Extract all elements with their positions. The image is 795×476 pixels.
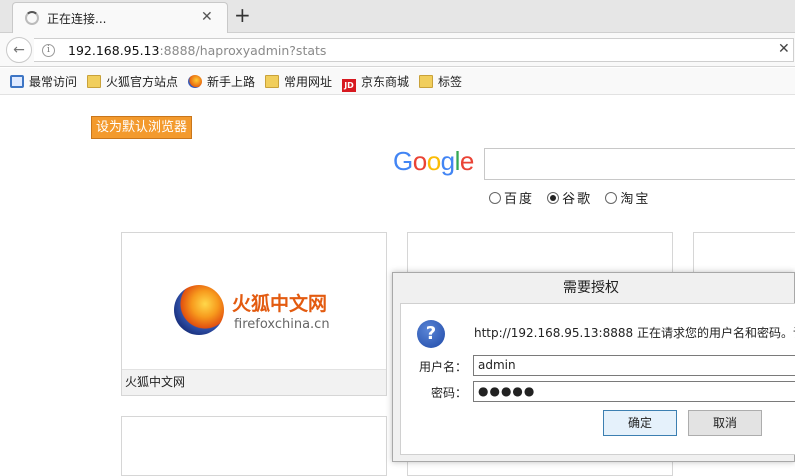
site-info-icon[interactable]: i [42,44,55,57]
google-logo-letter: e [459,146,474,176]
back-button[interactable]: ← [6,37,32,63]
password-field[interactable]: ●●●●● [473,381,795,402]
cancel-button[interactable]: 取消 [688,410,762,436]
url-bar[interactable]: i 192.168.95.13:8888/haproxyadmin?stats … [34,38,794,62]
engine-label: 百度 [504,192,535,207]
card-logo-text: 火狐中文网 [232,293,328,315]
firefox-logo-icon [174,285,224,335]
radio-selected-icon[interactable] [547,192,560,204]
bookmark-jd[interactable]: JD 京东商城 [342,73,410,92]
folder-icon [87,75,101,88]
search-input[interactable] [484,148,795,180]
folder-icon [265,75,279,88]
google-logo-letter: G [393,146,413,176]
bookmark-common-sites[interactable]: 常用网址 [265,73,332,91]
url-text[interactable]: 192.168.95.13:8888/haproxyadmin?stats [68,43,326,58]
firefox-icon [188,75,202,88]
quick-dial-card-4[interactable] [121,416,387,476]
bookmark-getting-started[interactable]: 新手上路 [188,73,255,91]
tab-strip: 正在连接... ✕ + [0,0,795,34]
google-logo-letter: o [412,146,427,176]
username-label: 用户名： [418,360,467,374]
dialog-message: http://192.168.95.13:8888 正在请求您的用户名和密码。该… [474,326,795,340]
navigation-bar: ← i 192.168.95.13:8888/haproxyadmin?stat… [0,33,795,67]
quick-dial-card-firefoxchina[interactable]: 火狐中文网 firefoxchina.cn 火狐中文网 [121,232,387,396]
dialog-body: ? http://192.168.95.13:8888 正在请求您的用户名和密码… [400,303,795,455]
radio-icon[interactable] [489,192,501,204]
set-default-browser-button[interactable]: 设为默认浏览器 [91,116,192,139]
username-field[interactable]: admin [473,355,795,376]
engine-option-google[interactable]: 谷歌 [547,192,601,207]
url-path: :8888/haproxyadmin?stats [159,43,327,58]
password-label: 密码： [430,386,467,400]
search-engine-selector: 百度 谷歌 淘宝 [489,188,659,207]
new-tab-button[interactable]: + [234,3,251,27]
tab-current[interactable]: 正在连接... ✕ [12,2,228,34]
bookmark-label: 最常访问 [29,75,78,89]
bookmarks-toolbar: 最常访问 火狐官方站点 新手上路 常用网址 JD 京东商城 标签 [0,68,795,95]
url-host: 192.168.95.13 [68,43,160,58]
bookmark-most-visited[interactable]: 最常访问 [10,73,77,91]
bookmark-label: 火狐官方站点 [106,75,179,89]
engine-label: 谷歌 [562,192,593,207]
google-logo-letter: g [440,146,455,176]
engine-option-baidu[interactable]: 百度 [489,192,543,207]
google-logo-letter: o [426,146,441,176]
bookmark-label: 标签 [438,75,463,89]
question-icon: ? [417,320,445,348]
stop-loading-icon[interactable]: ✕ [778,41,790,57]
card-thumbnail[interactable]: 火狐中文网 firefoxchina.cn [122,233,386,369]
engine-option-taobao[interactable]: 淘宝 [605,192,659,207]
google-logo: Google [393,146,474,177]
ok-button[interactable]: 确定 [603,410,677,436]
tab-title: 正在连接... [47,12,107,26]
loading-spinner-icon [25,11,39,25]
bookmark-label: 常用网址 [284,75,333,89]
most-visited-icon [10,75,24,88]
radio-icon[interactable] [605,192,618,204]
bookmark-tags[interactable]: 标签 [419,73,462,91]
folder-icon [419,75,433,88]
jd-icon: JD [342,79,356,92]
card-label[interactable]: 火狐中文网 [122,369,386,395]
dialog-title: 需要授权 [563,280,619,296]
engine-label: 淘宝 [620,192,651,207]
card-logo-domain: firefoxchina.cn [234,317,330,332]
auth-dialog: 需要授权 ? http://192.168.95.13:8888 正在请求您的用… [392,272,795,462]
tab-close-icon[interactable]: ✕ [201,9,213,25]
bookmark-label: 京东商城 [361,75,410,89]
bookmark-label: 新手上路 [207,75,256,89]
bookmark-firefox-official[interactable]: 火狐官方站点 [87,73,178,91]
